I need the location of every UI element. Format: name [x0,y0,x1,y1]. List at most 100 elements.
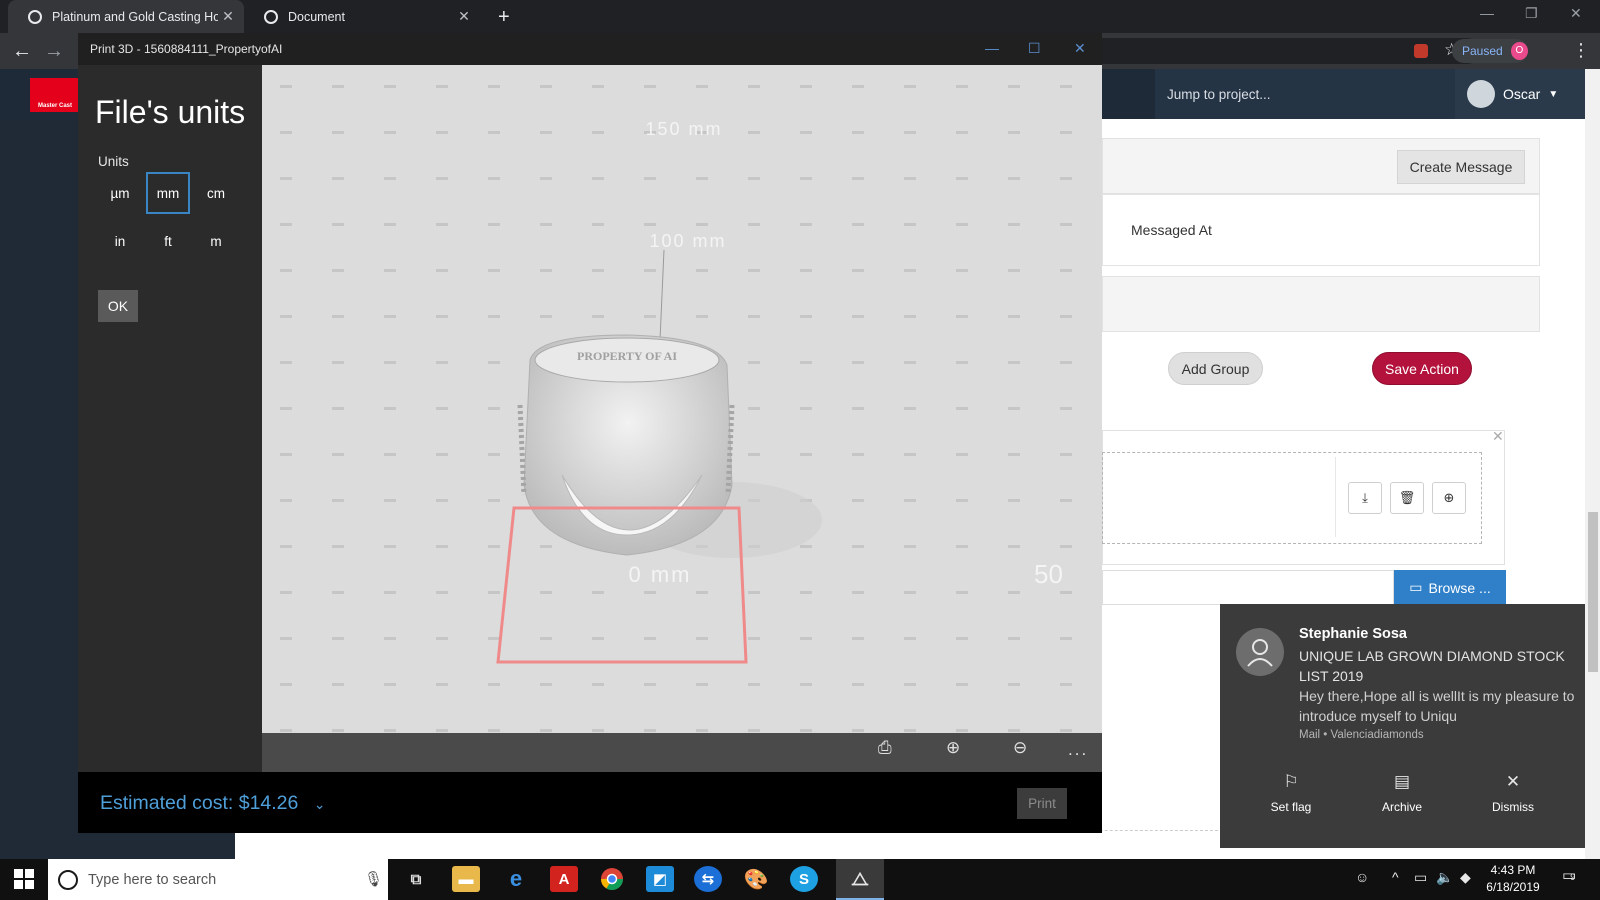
unit-centimeter[interactable]: cm [194,172,238,214]
chevron-down-icon: ⌄ [313,796,326,812]
more-icon[interactable]: ... [1068,740,1088,760]
browse-button[interactable]: ▭ Browse ... [1394,570,1506,605]
set-flag-button[interactable]: ⚐ Set flag [1236,772,1346,814]
chrome-icon[interactable] [598,866,626,892]
user-name: Oscar [1503,86,1541,102]
add-group-button[interactable]: Add Group [1168,352,1263,385]
paused-label: Paused [1462,44,1503,58]
notification-subject: UNIQUE LAB GROWN DIAMOND STOCK LIST 2019 [1299,648,1565,684]
network-icon[interactable]: ▭ [1414,869,1427,886]
file-path-input[interactable] [1102,570,1394,605]
edge-icon[interactable]: e [502,866,530,892]
file-explorer-icon[interactable]: ▬ [452,866,480,892]
close-icon[interactable]: ✕ [1492,428,1504,445]
unit-micrometer[interactable]: µm [98,172,142,214]
estimated-cost-toggle[interactable]: Estimated cost: $14.26 ⌄ [100,792,326,815]
ring-engraving: PROPERTY OF AI [577,349,677,363]
site-logo[interactable]: Master Cast [30,78,80,112]
archive-label: Archive [1381,800,1422,814]
maximize-icon[interactable]: ☐ [1028,40,1041,57]
scale-label-100: 100 mm [649,231,726,251]
clock-date: 6/18/2019 [1486,880,1540,894]
archive-icon: ▤ [1393,772,1411,791]
zoom-in-icon[interactable]: ⊕ [946,738,960,758]
messaged-at-header: Messaged At [1131,222,1212,238]
print-button[interactable]: Print [1017,788,1067,819]
3d-viewport[interactable]: 150 mm 100 mm PROPERTY OF AI 0 mm 50 [262,65,1102,733]
outlook-icon[interactable]: ◩ [646,866,674,892]
microphone-icon[interactable]: 🎙 [364,870,383,888]
zoom-out-icon[interactable]: ⊖ [1013,738,1027,758]
scrollbar-thumb[interactable] [1588,512,1598,672]
scale-label-0: 0 mm [629,562,692,587]
teamviewer-icon[interactable]: ⇆ [694,866,722,892]
more-vert-icon[interactable]: ⋮ [1572,40,1590,61]
tab-document[interactable]: Document ✕ [244,0,480,33]
dismiss-label: Dismiss [1492,800,1534,814]
ok-button[interactable]: OK [98,290,138,322]
save-action-button[interactable]: Save Action [1372,352,1472,385]
create-message-button[interactable]: Create Message [1397,150,1525,184]
jump-to-project-input[interactable]: Jump to project... [1155,69,1455,119]
unit-millimeter[interactable]: mm [146,172,190,214]
set-flag-label: Set flag [1270,800,1312,814]
globe-icon [28,9,42,24]
clock-time: 4:43 PM [1490,863,1536,877]
notification-count: 9 [1570,872,1576,882]
actions-panel-header [1102,276,1540,332]
page-title: File's units [95,94,246,130]
trash-icon[interactable]: 🗑 [1390,482,1424,514]
notification-source: Mail • Valenciadiamonds [1299,729,1424,741]
notification-sender: Stephanie Sosa [1299,626,1407,642]
people-icon[interactable]: ☺ [1355,869,1369,885]
chevron-up-icon[interactable]: ^ [1392,869,1399,885]
back-icon[interactable]: ← [12,40,32,63]
window-title: Print 3D - 1560884111_PropertyofAI [90,42,283,56]
new-tab-button[interactable]: + [498,6,510,29]
printer-3d-icon[interactable]: ⎙ [878,738,892,758]
profile-avatar: O [1510,42,1528,60]
user-menu[interactable]: Oscar ▼ [1455,69,1585,119]
minimize-icon[interactable]: — [985,40,999,56]
download-icon[interactable]: ⤓ [1348,482,1382,514]
dropbox-icon[interactable]: ◆ [1460,869,1471,886]
volume-icon[interactable]: 🔈 [1436,869,1453,886]
archive-button[interactable]: ▤ Archive [1347,772,1457,814]
ring-model: PROPERTY OF AI [517,334,735,556]
windows-start-icon[interactable] [14,869,34,892]
zoom-in-icon[interactable]: ⊕ [1432,482,1466,514]
view-toolbar [262,733,1102,772]
scale-label-50: 50 [1034,559,1063,589]
close-icon[interactable]: ✕ [1074,40,1086,57]
unit-foot[interactable]: ft [146,220,190,262]
clock[interactable]: 4:43 PM 6/18/2019 [1478,862,1548,896]
page-scrollbar[interactable] [1585,69,1600,859]
globe-icon [264,9,278,24]
close-icon: ✕ [1505,772,1521,791]
task-view-icon[interactable]: ⧉ [402,866,430,892]
scale-label-150: 150 mm [645,119,722,139]
action-center-icon[interactable]: ▭9 [1562,866,1576,884]
unit-meter[interactable]: m [194,220,238,262]
restore-icon[interactable]: ❐ [1525,5,1538,22]
close-tab-icon[interactable]: ✕ [218,8,238,25]
tab-title: Platinum and Gold Casting Hous [52,9,218,24]
shield-icon[interactable] [1414,44,1428,58]
notification-body: Hey there,Hope all is wellIt is my pleas… [1299,688,1575,724]
tab-platinum-gold[interactable]: Platinum and Gold Casting Hous ✕ [8,0,244,33]
acrobat-icon[interactable]: A [550,866,578,892]
browse-label: Browse ... [1428,579,1491,596]
dismiss-button[interactable]: ✕ Dismiss [1458,772,1568,814]
minimize-icon[interactable]: — [1480,5,1494,21]
skype-icon[interactable]: S [790,866,818,892]
close-tab-icon[interactable]: ✕ [454,8,474,25]
forward-icon[interactable]: → [44,40,64,63]
close-icon[interactable]: ✕ [1570,5,1582,22]
avatar [1236,628,1284,676]
profile-paused-chip[interactable]: Paused O [1452,39,1528,63]
estimated-cost: Estimated cost: $14.26 [100,792,299,814]
print3d-icon[interactable]: ⧍ [846,866,874,892]
paint-icon[interactable]: 🎨 [742,866,770,892]
taskbar-search-input[interactable]: Type here to search [48,859,388,900]
unit-inch[interactable]: in [98,220,142,262]
